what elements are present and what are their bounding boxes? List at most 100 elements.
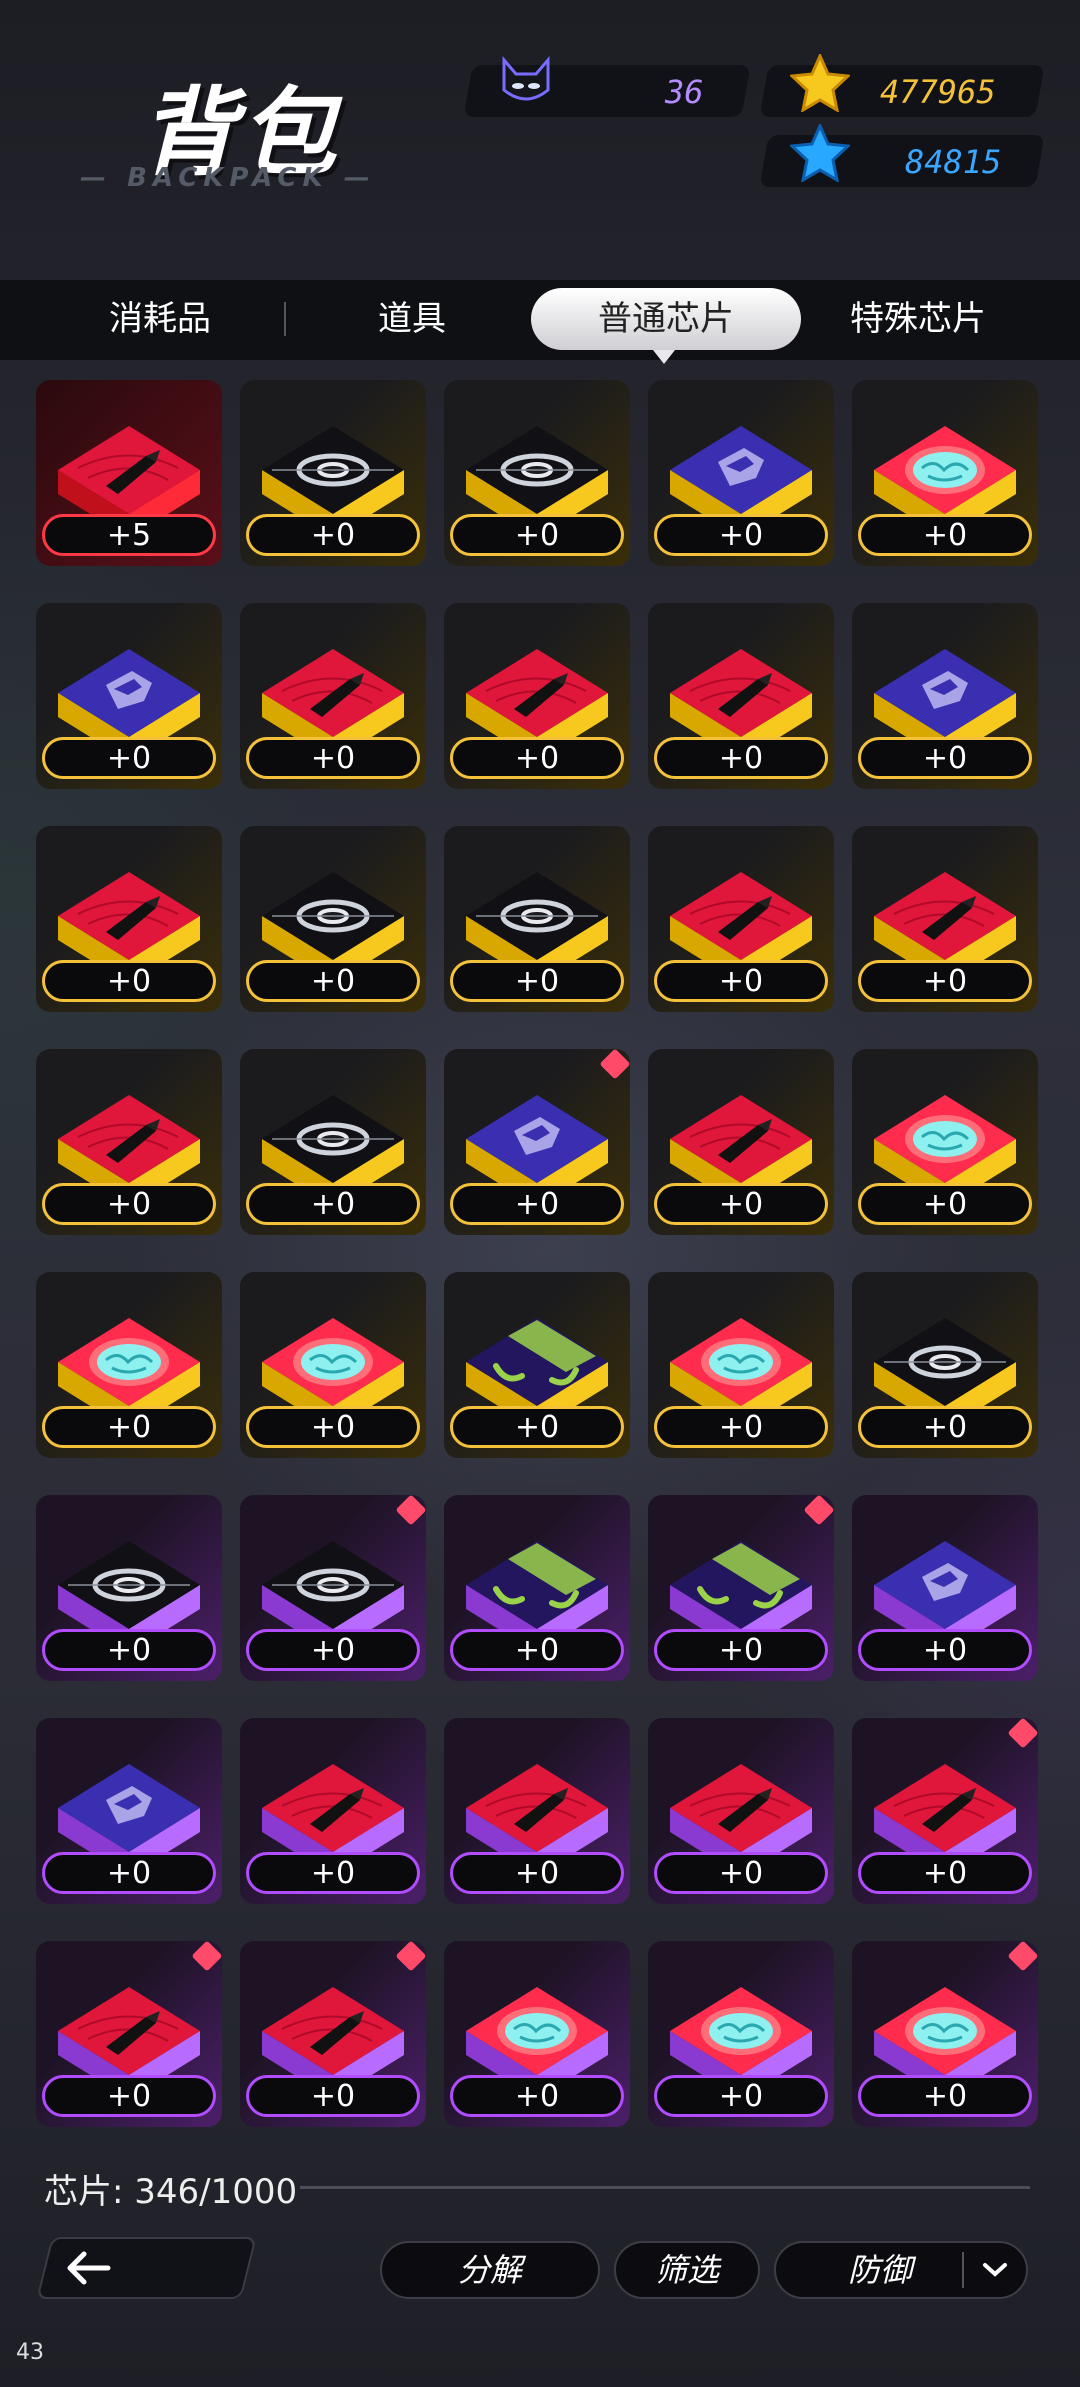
dropdown-divider [962, 2252, 964, 2288]
chip-slot[interactable]: +0 [36, 603, 222, 789]
chip-level: +0 [654, 960, 828, 1002]
chip-slot[interactable]: +0 [36, 1049, 222, 1235]
chip-level: +0 [246, 737, 420, 779]
chip-slot[interactable]: +0 [648, 1495, 834, 1681]
chip-slot[interactable]: +0 [648, 1049, 834, 1235]
chip-level: +0 [858, 1183, 1032, 1225]
chip-slot[interactable]: +0 [648, 1941, 834, 2127]
chip-slot[interactable]: +0 [36, 1495, 222, 1681]
chip-level: +0 [246, 960, 420, 1002]
capacity-divider [300, 2186, 1030, 2189]
chip-level: +0 [246, 1406, 420, 1448]
chip-slot[interactable]: +0 [240, 1495, 426, 1681]
chip-level: +0 [858, 2075, 1032, 2117]
chip-slot[interactable]: +0 [852, 1941, 1038, 2127]
chip-slot[interactable]: +5 [36, 380, 222, 566]
title-block: 背包 — BACKPACK — [80, 55, 420, 205]
tab-consumables[interactable]: 消耗品 [60, 288, 260, 350]
chip-slot[interactable]: +0 [852, 1272, 1038, 1458]
chip-slot[interactable]: +0 [36, 1718, 222, 1904]
chip-slot[interactable]: +0 [852, 1049, 1038, 1235]
chip-level: +0 [858, 960, 1032, 1002]
gem-value: 84815 [905, 143, 1002, 181]
chip-level: +0 [450, 1183, 624, 1225]
chip-slot[interactable]: +0 [444, 1495, 630, 1681]
page-subtitle-text: BACKPACK [127, 163, 329, 193]
chip-level: +0 [858, 1852, 1032, 1894]
chip-slot[interactable]: +0 [648, 603, 834, 789]
chip-level: +0 [450, 960, 624, 1002]
chip-level: +0 [450, 737, 624, 779]
chevron-down-icon[interactable] [982, 2262, 1008, 2282]
chip-level: +0 [654, 1183, 828, 1225]
chip-slot[interactable]: +0 [444, 380, 630, 566]
chip-slot[interactable]: +0 [240, 1049, 426, 1235]
chip-slot[interactable]: +0 [240, 1941, 426, 2127]
chip-slot[interactable]: +0 [852, 826, 1038, 1012]
chip-level: +0 [450, 2075, 624, 2117]
chip-slot[interactable]: +0 [240, 826, 426, 1012]
chip-slot[interactable]: +0 [444, 1049, 630, 1235]
page-subtitle: — BACKPACK — [80, 163, 376, 193]
chip-slot[interactable]: +0 [648, 380, 834, 566]
chip-slot[interactable]: +0 [240, 1272, 426, 1458]
chip-slot[interactable]: +0 [648, 1272, 834, 1458]
chip-slot[interactable]: +0 [852, 380, 1038, 566]
chip-level: +0 [654, 2075, 828, 2117]
chip-slot[interactable]: +0 [444, 1941, 630, 2127]
tab-divider [284, 302, 286, 336]
active-tab-pointer [653, 350, 675, 364]
tab-bar: 消耗品 道具 普通芯片 特殊芯片 [0, 280, 1080, 364]
sort-dropdown-value: 防御 [848, 2251, 913, 2289]
chip-level: +0 [654, 1852, 828, 1894]
chip-level: +0 [450, 1629, 624, 1671]
chip-slot[interactable]: +0 [648, 1718, 834, 1904]
chip-slot[interactable]: +0 [36, 1941, 222, 2127]
chip-slot[interactable]: +0 [36, 826, 222, 1012]
gold-value: 477965 [880, 73, 996, 111]
tab-special-chips[interactable]: 特殊芯片 [818, 288, 1018, 350]
chip-slot[interactable]: +0 [444, 603, 630, 789]
filter-button[interactable]: 筛选 [614, 2241, 760, 2299]
chip-level: +0 [42, 960, 216, 1002]
tab-items[interactable]: 道具 [312, 288, 512, 350]
chip-slot[interactable]: +0 [444, 826, 630, 1012]
tab-normal-chips[interactable]: 普通芯片 [531, 288, 801, 350]
chip-capacity: 芯片: 346/1000 [44, 2172, 298, 2212]
chip-level: +0 [246, 1629, 420, 1671]
chip-level: +0 [654, 737, 828, 779]
chip-level: +0 [858, 1629, 1032, 1671]
chip-level: +0 [42, 1629, 216, 1671]
chip-level: +0 [450, 1406, 624, 1448]
blue-star-icon [788, 122, 852, 186]
chip-slot[interactable]: +0 [852, 603, 1038, 789]
chip-level: +0 [246, 1852, 420, 1894]
chip-level: +0 [858, 737, 1032, 779]
arrow-left-icon [66, 2250, 112, 2290]
energy-value: 36 [665, 73, 704, 111]
top-bar: 背包 — BACKPACK — 36 477965 84815 [0, 0, 1080, 280]
chip-level: +0 [42, 1183, 216, 1225]
chip-slot[interactable]: +0 [240, 380, 426, 566]
chip-level: +0 [450, 1852, 624, 1894]
chip-level: +0 [246, 2075, 420, 2117]
gold-star-icon [788, 52, 852, 116]
chip-level: +0 [246, 514, 420, 556]
chip-slot[interactable]: +0 [36, 1272, 222, 1458]
chip-level: +0 [654, 1629, 828, 1671]
chip-slot[interactable]: +0 [444, 1718, 630, 1904]
chip-slot[interactable]: +0 [240, 1718, 426, 1904]
chip-level: +0 [450, 514, 624, 556]
chip-level: +0 [246, 1183, 420, 1225]
chip-slot[interactable]: +0 [852, 1718, 1038, 1904]
chip-slot[interactable]: +0 [648, 826, 834, 1012]
cat-mask-icon [498, 55, 554, 112]
chip-slot[interactable]: +0 [240, 603, 426, 789]
chip-level: +0 [42, 737, 216, 779]
chip-level: +0 [42, 2075, 216, 2117]
chip-level: +0 [858, 514, 1032, 556]
chip-slot[interactable]: +0 [852, 1495, 1038, 1681]
chip-slot[interactable]: +0 [444, 1272, 630, 1458]
decompose-button[interactable]: 分解 [380, 2241, 600, 2299]
chip-level: +5 [42, 514, 216, 556]
